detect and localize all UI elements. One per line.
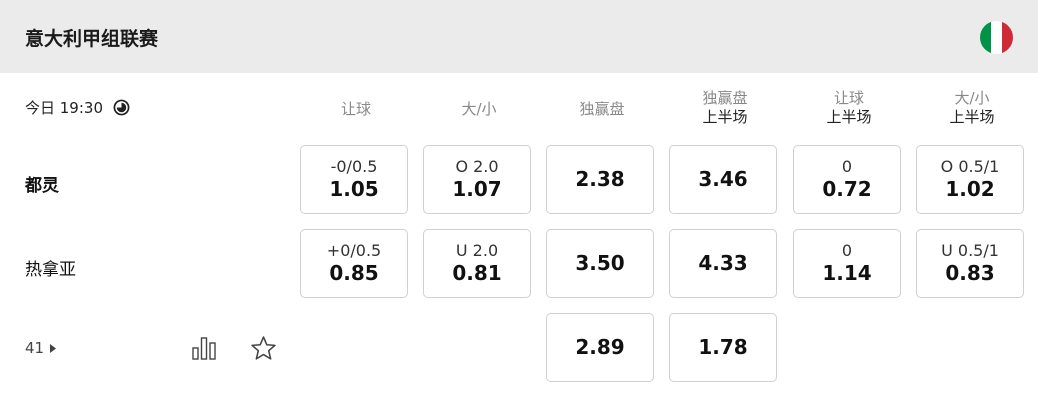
odds-button-away-handicap-1h[interactable]: 0 1.14 (793, 229, 901, 298)
more-markets-count: 41 (25, 339, 45, 357)
col-header-handicap: 让球 (340, 100, 371, 118)
stats-icon[interactable] (191, 335, 217, 361)
odds-button-draw-moneyline[interactable]: 2.89 (546, 313, 654, 382)
odds-button-draw-moneyline-1h[interactable]: 1.78 (669, 313, 777, 382)
more-markets-link[interactable]: 41 (25, 339, 57, 357)
match-time: 今日 19:30 (25, 97, 130, 118)
odds-button-home-moneyline-1h[interactable]: 3.46 (669, 145, 777, 214)
clock-icon (113, 99, 130, 116)
away-team-name: 热拿亚 (25, 260, 76, 280)
league-title: 意大利甲组联赛 (25, 28, 159, 50)
odds-button-away-moneyline[interactable]: 3.50 (546, 229, 654, 298)
odds-button-home-handicap[interactable]: -0/0.5 1.05 (300, 145, 408, 214)
odds-button-home-over[interactable]: O 2.0 1.07 (423, 145, 531, 214)
league-header: 意大利甲组联赛 (0, 0, 1038, 73)
odds-button-away-handicap[interactable]: +0/0.5 0.85 (300, 229, 408, 298)
odds-button-away-moneyline-1h[interactable]: 4.33 (669, 229, 777, 298)
col-header-over-under-1h: 大/小 上半场 (949, 89, 995, 126)
col-header-over-under: 大/小 (461, 100, 497, 118)
odds-button-away-under-1h[interactable]: U 0.5/1 0.83 (916, 229, 1024, 298)
odds-button-away-under[interactable]: U 2.0 0.81 (423, 229, 531, 298)
col-header-moneyline: 独赢盘 (579, 100, 625, 118)
col-header-moneyline-1h: 独赢盘 上半场 (702, 89, 748, 126)
home-team-name: 都灵 (25, 176, 59, 196)
match-time-label: 今日 19:30 (25, 99, 103, 117)
odds-button-home-over-1h[interactable]: O 0.5/1 1.02 (916, 145, 1024, 214)
italy-flag-icon (980, 21, 1013, 54)
star-icon[interactable] (250, 335, 277, 362)
odds-button-home-moneyline[interactable]: 2.38 (546, 145, 654, 214)
caret-right-icon (50, 343, 57, 353)
odds-button-home-handicap-1h[interactable]: 0 0.72 (793, 145, 901, 214)
col-header-handicap-1h: 让球 上半场 (826, 89, 872, 126)
